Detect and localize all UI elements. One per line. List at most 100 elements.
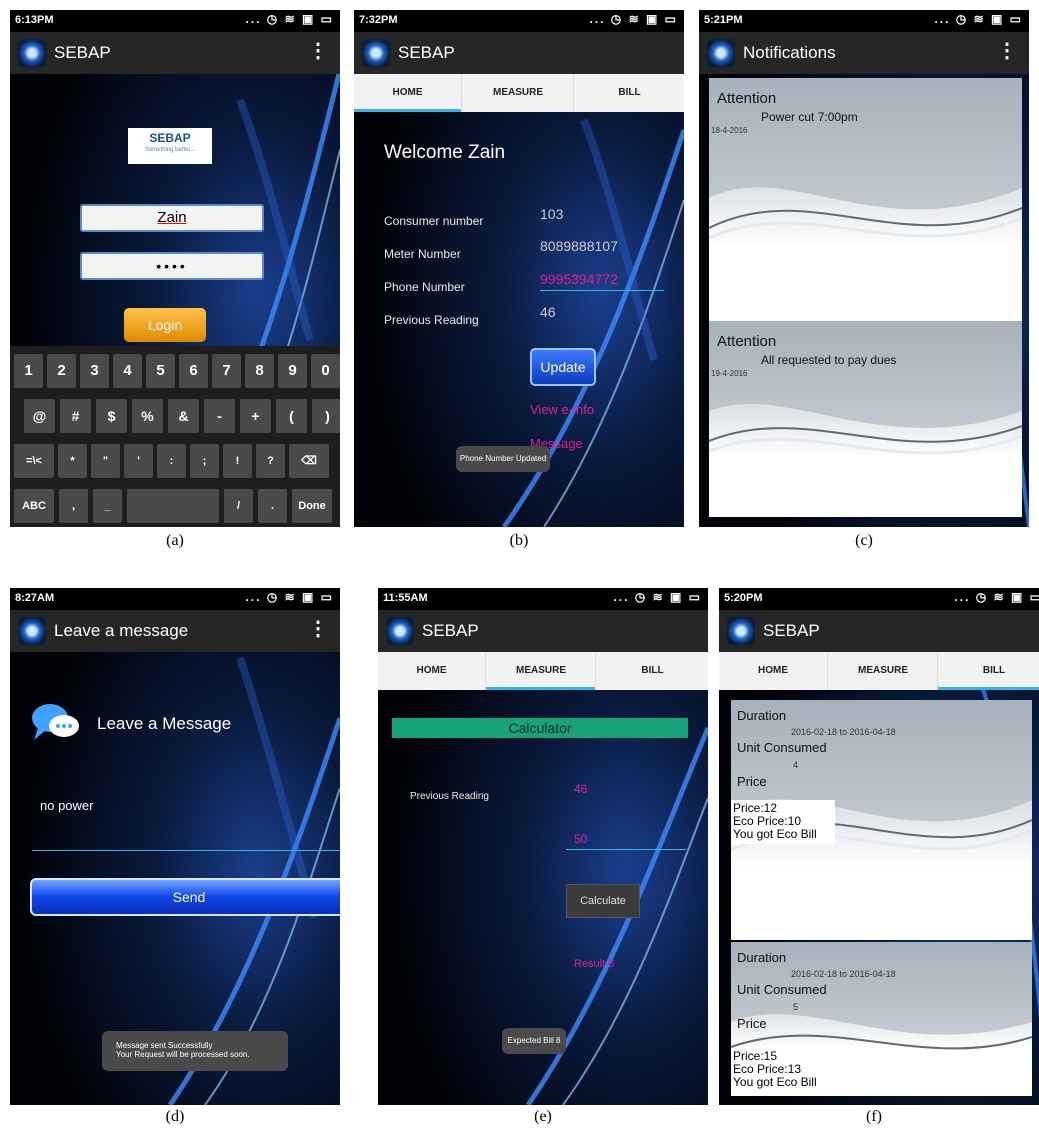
backspace-key-icon[interactable]: ⌫ <box>289 444 329 478</box>
update-button[interactable]: Update <box>530 348 596 386</box>
status-time: 7:32PM <box>359 14 398 26</box>
calculate-button[interactable]: Calculate <box>566 884 640 918</box>
keyboard-key[interactable]: 2 <box>47 354 76 388</box>
tab-bill[interactable]: BILL <box>595 652 708 690</box>
keyboard-key[interactable]: - <box>204 399 235 433</box>
panel-measure-screen: 11:55AM ... ◷ ≋ ▣ ▭ SEBAP HOME MEASURE B… <box>378 588 708 1105</box>
tab-measure[interactable]: MEASURE <box>827 652 938 690</box>
keyboard-key[interactable]: : <box>157 444 186 478</box>
keyboard-key[interactable]: 8 <box>245 354 274 388</box>
duration-label: Duration <box>737 950 787 965</box>
overflow-menu-icon[interactable]: ⋮ <box>308 619 328 639</box>
overflow-menu-icon[interactable]: ⋮ <box>997 41 1017 61</box>
meter-number-label: Meter Number <box>384 247 461 261</box>
status-time: 11:55AM <box>383 592 428 604</box>
phone-number-label: Phone Number <box>384 280 465 294</box>
result-text: Result 8 <box>574 958 615 970</box>
keyboard-key[interactable]: $ <box>96 399 127 433</box>
notification-card[interactable]: Attention All requested to pay dues 19-4… <box>709 321 1022 517</box>
app-logo-icon <box>727 617 755 645</box>
keyboard-key[interactable]: * <box>58 444 87 478</box>
keyboard-key[interactable]: ( <box>276 399 307 433</box>
overflow-menu-icon[interactable]: ⋮ <box>308 41 328 61</box>
action-bar: SEBAP <box>378 610 708 652</box>
current-reading-input[interactable]: 50 <box>566 832 686 850</box>
keyboard-key[interactable]: ' <box>124 444 153 478</box>
login-button[interactable]: Login <box>124 308 206 342</box>
keyboard-key[interactable]: & <box>168 399 199 433</box>
keyboard-key[interactable]: % <box>132 399 163 433</box>
notification-card[interactable]: Attention Power cut 7:00pm 18-4-2016 <box>709 78 1022 321</box>
status-bar: 8:27AM ... ◷ ≋ ▣ ▭ <box>10 588 340 610</box>
keyboard-key[interactable]: 5 <box>146 354 175 388</box>
status-time: 8:27AM <box>15 592 55 604</box>
notification-text: Power cut 7:00pm <box>761 110 858 124</box>
send-button[interactable]: Send <box>30 878 340 916</box>
current-reading-value: 50 <box>574 832 588 846</box>
status-icons: ... ◷ ≋ ▣ ▭ <box>589 12 678 26</box>
wave-decoration <box>709 78 1022 240</box>
keyboard-key[interactable]: , <box>59 489 88 523</box>
done-key[interactable]: Done <box>292 489 332 523</box>
keyboard-key[interactable]: # <box>60 399 91 433</box>
bill-card[interactable]: Duration 2016-02-18 to 2016-04-18 Unit C… <box>731 700 1032 940</box>
notification-heading: Attention <box>717 90 777 107</box>
app-logo-icon <box>18 39 46 67</box>
status-icons: ... ◷ ≋ ▣ ▭ <box>245 12 334 26</box>
duration-value: 2016-02-18 to 2016-04-18 <box>791 727 896 737</box>
app-title: SEBAP <box>54 43 111 62</box>
calculate-label: Calculate <box>580 895 626 907</box>
view-einfo-link[interactable]: View e-info <box>530 402 594 417</box>
tab-bill[interactable]: BILL <box>573 74 684 112</box>
tab-bill[interactable]: BILL <box>937 652 1039 690</box>
keyboard-key[interactable]: ) <box>312 399 340 433</box>
keyboard-key[interactable]: 1 <box>14 354 43 388</box>
space-key[interactable] <box>127 489 219 523</box>
username-field[interactable]: Zain <box>80 204 264 232</box>
status-icons: ... ◷ ≋ ▣ ▭ <box>934 12 1023 26</box>
keyboard-key[interactable]: 3 <box>80 354 109 388</box>
keyboard-key[interactable]: 7 <box>212 354 241 388</box>
leave-message-heading: Leave a Message <box>97 714 232 733</box>
status-icons: ... ◷ ≋ ▣ ▭ <box>245 590 334 604</box>
caption-e: (e) <box>534 1108 552 1125</box>
keyboard-key[interactable]: 4 <box>113 354 142 388</box>
keyboard-key[interactable]: ? <box>256 444 285 478</box>
keyboard-key[interactable]: + <box>240 399 271 433</box>
bill-card[interactable]: Duration 2016-02-18 to 2016-04-18 Unit C… <box>731 942 1032 1096</box>
keyboard-key[interactable]: " <box>91 444 120 478</box>
status-icons: ... ◷ ≋ ▣ ▭ <box>613 590 702 604</box>
tab-measure[interactable]: MEASURE <box>485 652 596 690</box>
tab-home[interactable]: HOME <box>354 74 461 112</box>
keyboard-key[interactable]: @ <box>24 399 55 433</box>
keyboard-key[interactable]: / <box>224 489 253 523</box>
caption-a: (a) <box>166 532 184 549</box>
keyboard-key[interactable]: =\< <box>14 444 54 478</box>
app-logo-icon <box>362 39 390 67</box>
calculator-banner: Calculator <box>392 718 688 738</box>
tab-home[interactable]: HOME <box>719 652 827 690</box>
abc-key[interactable]: ABC <box>14 489 54 523</box>
duration-label: Duration <box>737 708 787 723</box>
eco-bill-line: You got Eco Bill <box>733 827 817 841</box>
previous-reading-label: Previous Reading <box>410 791 489 802</box>
previous-reading-value: 46 <box>540 304 556 320</box>
phone-number-input[interactable]: 9995394772 <box>540 271 664 291</box>
toast-line-1: Message sent Successfully <box>116 1041 213 1050</box>
tab-bar: HOME MEASURE BILL <box>354 74 684 112</box>
keyboard-key[interactable]: 0 <box>311 354 340 388</box>
keyboard-key[interactable]: ; <box>190 444 219 478</box>
keyboard-key[interactable]: _ <box>93 489 122 523</box>
message-input[interactable]: no power <box>32 780 340 851</box>
app-logo-icon <box>18 617 46 645</box>
keyboard-key[interactable]: 6 <box>179 354 208 388</box>
toast-message-sent: Message sent Successfully Your Request w… <box>102 1031 288 1071</box>
keyboard-key[interactable]: 9 <box>278 354 307 388</box>
password-field[interactable]: •••• <box>80 252 264 280</box>
keyboard-key[interactable]: . <box>258 489 287 523</box>
tab-measure[interactable]: MEASURE <box>461 74 574 112</box>
panel-bill-screen: 5:20PM ... ◷ ≋ ▣ ▭ SEBAP HOME MEASURE BI… <box>719 588 1039 1105</box>
tab-home[interactable]: HOME <box>378 652 485 690</box>
keyboard-key[interactable]: ! <box>223 444 252 478</box>
duration-value: 2016-02-18 to 2016-04-18 <box>791 969 896 979</box>
